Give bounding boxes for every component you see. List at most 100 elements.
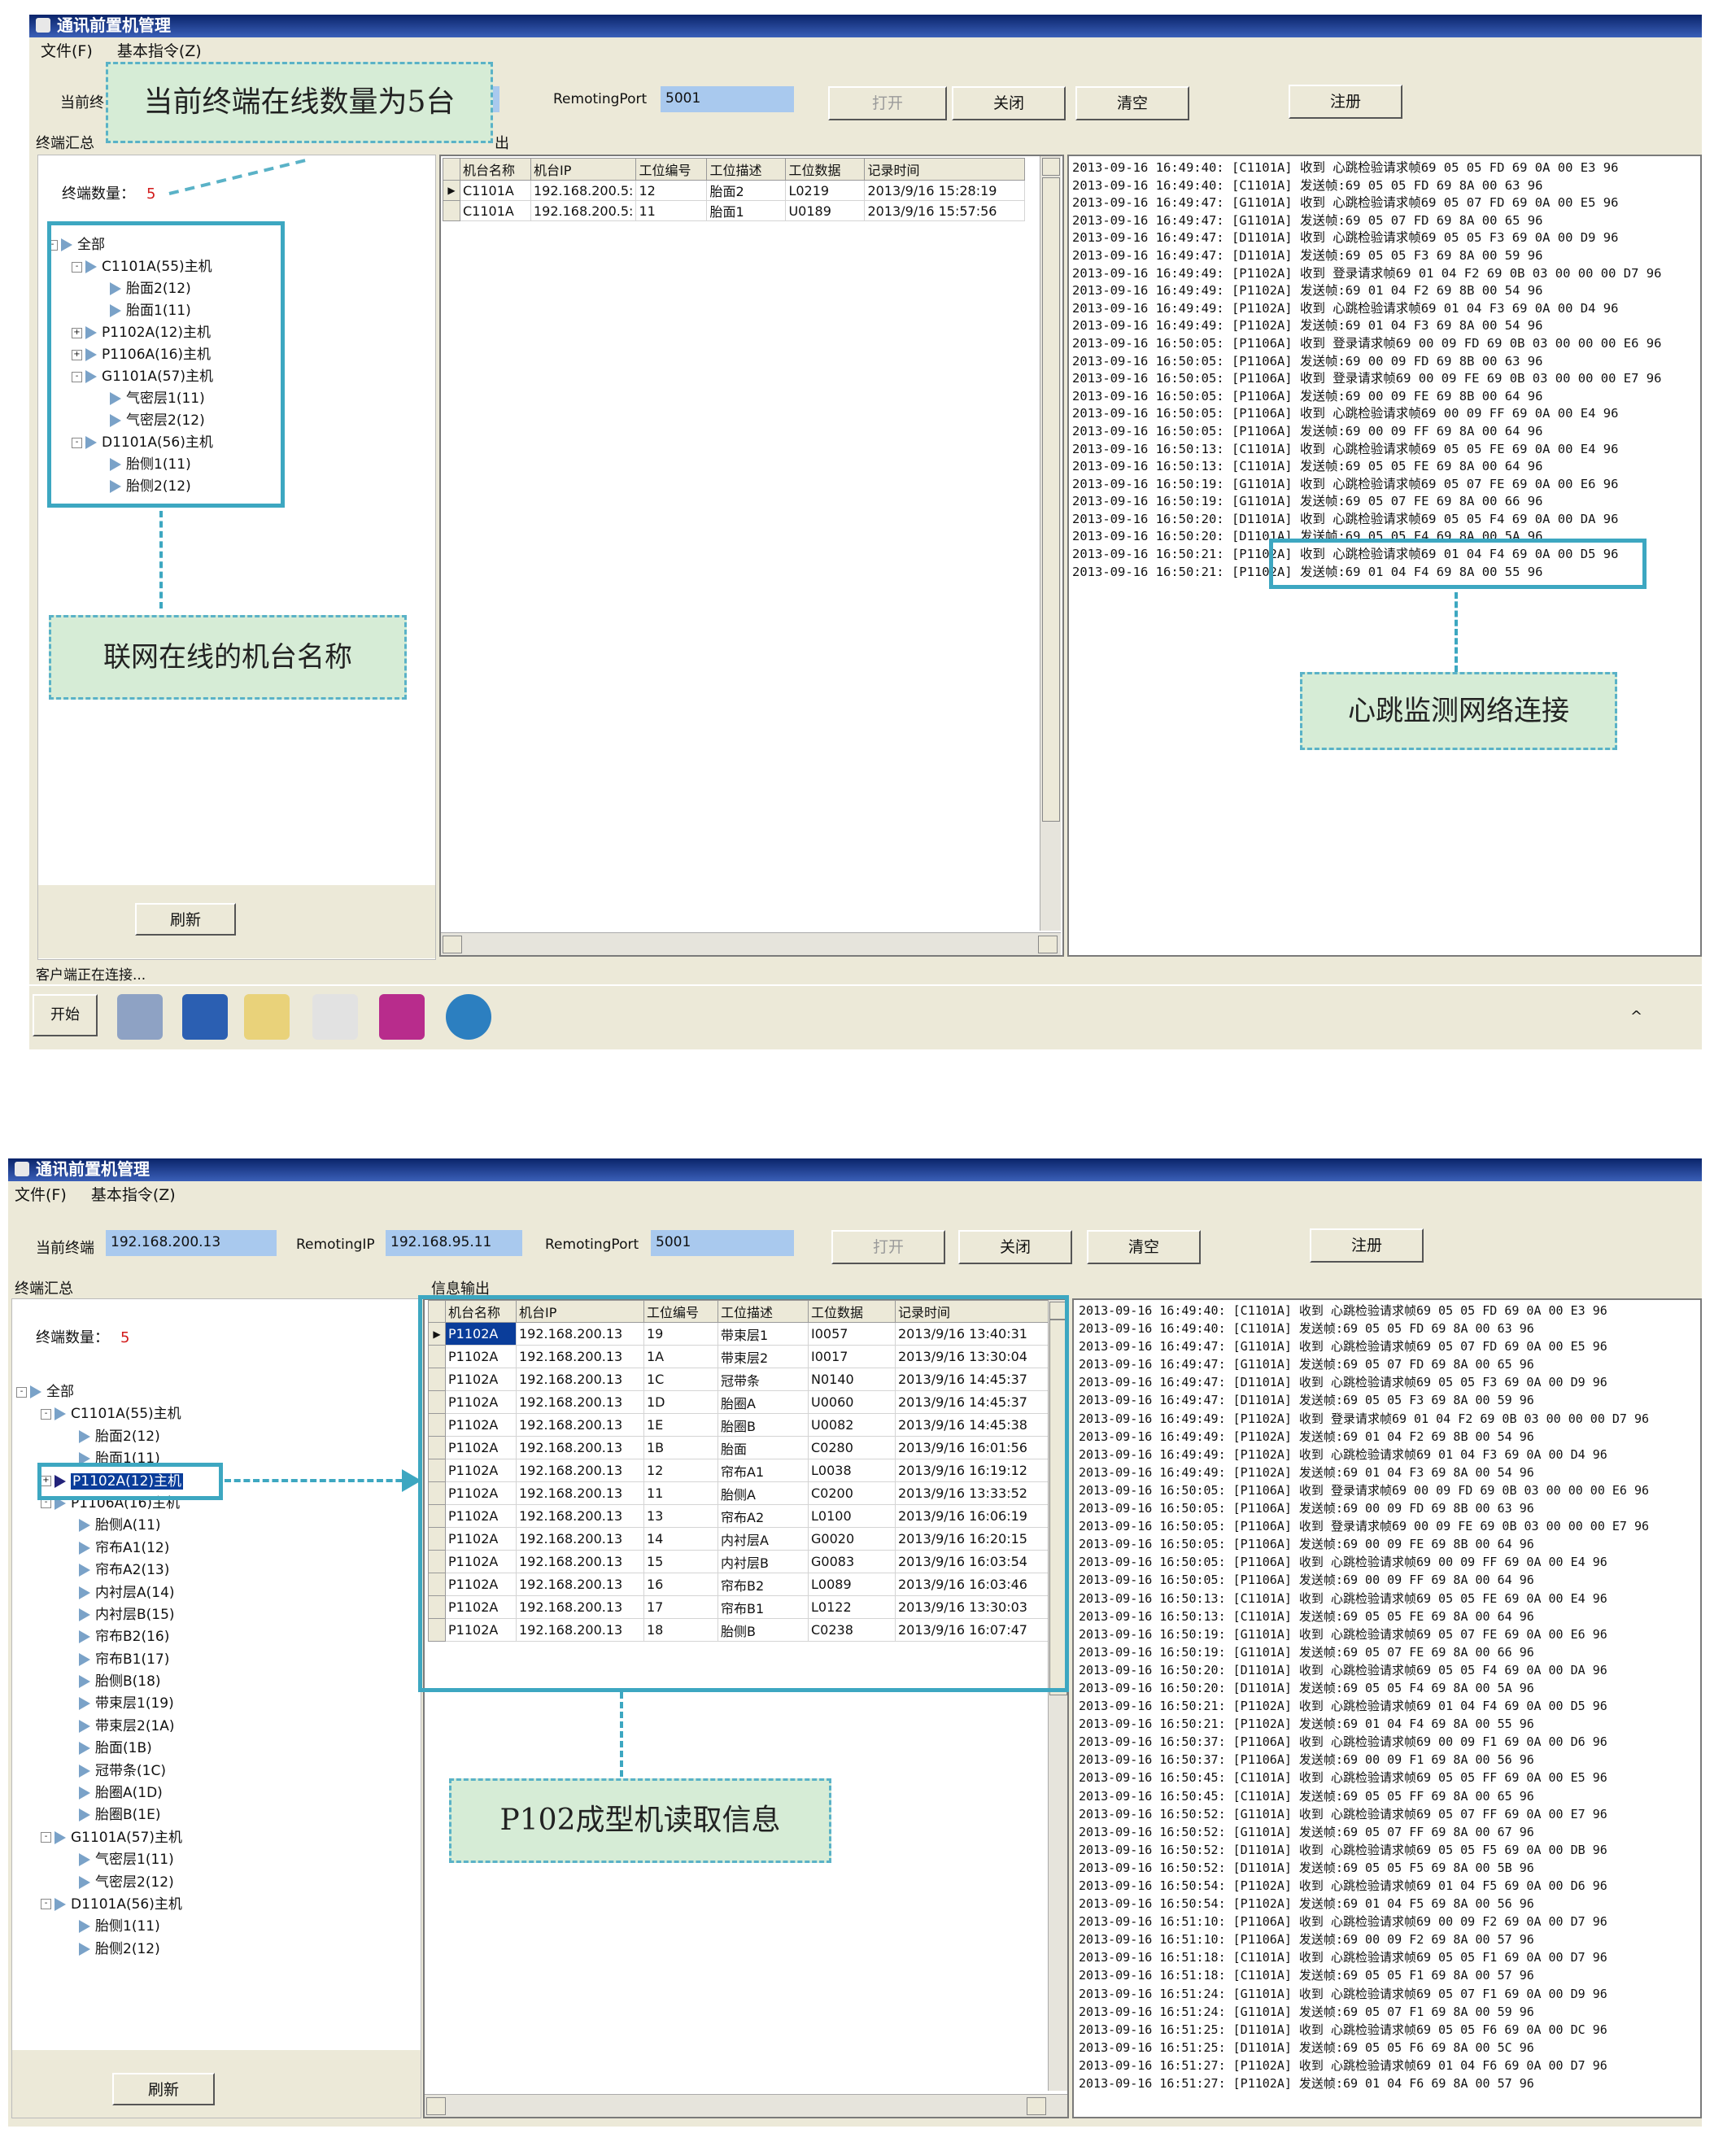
tree-node[interactable]: 帘布B1(17) [16, 1649, 390, 1671]
table-row[interactable]: ▶ C1101A 192.168.200.5: 12 胎面2 L0219 2013/9/16… [443, 180, 1026, 201]
node-arrow-icon [79, 1853, 90, 1867]
current-row-indicator-icon[interactable]: ▶ [443, 180, 460, 201]
tree-node[interactable]: 内衬层B(15) [16, 1604, 390, 1626]
app-icon [36, 18, 50, 33]
paint-icon[interactable] [379, 994, 425, 1040]
table-cell[interactable]: 12 [635, 180, 708, 201]
tree-node[interactable]: 帘布A1(12) [16, 1538, 390, 1560]
table-cell[interactable]: 胎面1 [706, 200, 787, 221]
table-cell[interactable]: C1101A [460, 180, 531, 201]
tree-node[interactable]: 胎侧2(12) [16, 1939, 390, 1961]
column-header[interactable]: 机台名称 [460, 158, 531, 181]
table-horizontal-scrollbar[interactable] [441, 932, 1061, 955]
tree-node[interactable]: 冠带条(1C) [16, 1760, 390, 1782]
open-button-2[interactable]: 打开 [831, 1230, 945, 1264]
tree-node[interactable]: 胎侧A(11) [16, 1515, 390, 1537]
clear-button-2[interactable]: 清空 [1087, 1230, 1201, 1264]
opc-icon[interactable] [312, 994, 358, 1040]
refresh-button-2[interactable]: 刷新 [112, 2073, 215, 2105]
tree-node[interactable]: - D1101A(56)主机 [16, 1894, 390, 1916]
table-cell[interactable]: C1101A [460, 200, 531, 221]
menu-file[interactable]: 文件(F) [41, 42, 93, 60]
remoting-port-field-2[interactable]: 5001 [651, 1230, 794, 1256]
tree-node[interactable]: 胎圈A(1D) [16, 1782, 390, 1804]
table-horizontal-scrollbar-2[interactable] [425, 2094, 1067, 2117]
tree-node[interactable]: - 全部 [16, 1381, 390, 1403]
callout-online-count: 当前终端在线数量为5台 [106, 62, 493, 143]
scrollbar-right-arrow[interactable] [1038, 936, 1058, 953]
tree-node[interactable]: 胎面2(12) [16, 1426, 390, 1448]
log-line: 2013-09-16 16:51:10: [P1106A] 收到 心跳检验请求帧… [1079, 1914, 1607, 1930]
table-cell[interactable]: 胎面2 [706, 180, 787, 201]
column-header[interactable]: 工位编号 [635, 158, 708, 181]
table-cell[interactable]: 192.168.200.5: [530, 200, 637, 221]
column-header[interactable]: 工位数据 [785, 158, 866, 181]
collapse-icon[interactable]: - [41, 1408, 51, 1420]
app-q-icon[interactable] [446, 994, 491, 1040]
table-cell[interactable]: 11 [635, 200, 708, 221]
tree-node[interactable]: 帘布A2(13) [16, 1560, 390, 1581]
tree-node[interactable]: 带束层2(1A) [16, 1716, 390, 1738]
log-line: 2013-09-16 16:50:37: [P1106A] 收到 心跳检验请求帧… [1079, 1734, 1607, 1750]
table-row[interactable]: C1101A 192.168.200.5: 11 胎面1 U0189 2013/9/16 … [443, 200, 1026, 221]
tree-node[interactable]: 气密层2(12) [16, 1872, 390, 1894]
menu-basic-commands[interactable]: 基本指令(Z) [117, 42, 202, 60]
table-vertical-scrollbar[interactable] [1040, 156, 1061, 931]
clear-button[interactable]: 清空 [1075, 86, 1189, 120]
start-button[interactable]: 开始 [33, 994, 98, 1036]
remoting-port-field[interactable]: 5001 [661, 86, 794, 112]
highlight-table-box [418, 1295, 1069, 1692]
tray-expand-icon[interactable]: ^ [1630, 1008, 1642, 1025]
scrollbar-thumb[interactable] [1042, 177, 1060, 822]
tree-node[interactable]: 带束层1(19) [16, 1693, 390, 1715]
tree-node[interactable]: 帘布B2(16) [16, 1626, 390, 1648]
column-header[interactable]: 记录时间 [864, 158, 1026, 181]
log-line: 2013-09-16 16:51:25: [D1101A] 收到 心跳检验请求帧… [1079, 2022, 1607, 2037]
computer-icon[interactable] [117, 994, 163, 1040]
close-button-2[interactable]: 关闭 [958, 1230, 1072, 1264]
folder-icon[interactable] [244, 994, 290, 1040]
tree-node[interactable]: 胎圈B(1E) [16, 1804, 390, 1826]
register-button-2[interactable]: 注册 [1310, 1228, 1424, 1263]
log-line: 2013-09-16 16:51:18: [C1101A] 发送帧:69 05 … [1079, 1968, 1534, 1983]
menu-file-2[interactable]: 文件(F) [15, 1186, 67, 1204]
collapse-icon[interactable]: - [41, 1832, 51, 1843]
scrollbar-up-arrow[interactable] [1042, 158, 1060, 176]
remoting-ip-field-2[interactable]: 192.168.95.11 [386, 1230, 522, 1256]
row-header[interactable] [443, 200, 460, 221]
current-terminal-field-2[interactable]: 192.168.200.13 [106, 1230, 277, 1256]
log-line: 2013-09-16 16:50:05: [P1106A] 发送帧:69 00 … [1072, 388, 1543, 404]
table-cell[interactable]: L0219 [785, 180, 866, 201]
tree-node[interactable]: 胎侧B(18) [16, 1671, 390, 1693]
tree-node[interactable]: 内衬层A(14) [16, 1582, 390, 1604]
table-cell[interactable]: 192.168.200.5: [530, 180, 637, 201]
collapse-icon[interactable]: - [41, 1899, 51, 1910]
scrollbar-left-arrow[interactable] [443, 936, 462, 953]
tree-node[interactable]: 胎侧1(11) [16, 1916, 390, 1938]
tree-node[interactable]: - G1101A(57)主机 [16, 1827, 390, 1849]
log-output-2[interactable]: 2013-09-16 16:49:40: [C1101A] 收到 心跳检验请求帧… [1079, 1302, 1699, 2115]
open-button[interactable]: 打开 [828, 86, 947, 120]
column-header[interactable]: 工位描述 [706, 158, 787, 181]
powershell-icon[interactable] [182, 994, 228, 1040]
log-line: 2013-09-16 16:50:05: [P1106A] 收到 登录请求帧69… [1072, 335, 1662, 351]
table-cell[interactable]: U0189 [785, 200, 866, 221]
table-cell[interactable]: 2013/9/16 15:57:56 [864, 200, 1026, 221]
scrollbar-right-arrow-2[interactable] [1027, 2097, 1046, 2115]
collapse-icon[interactable]: - [16, 1386, 27, 1398]
callout-machine-names-text: 联网在线的机台名称 [103, 641, 352, 674]
tree-node[interactable]: 气密层1(11) [16, 1849, 390, 1871]
tree-node[interactable]: - C1101A(55)主机 [16, 1403, 390, 1425]
refresh-button[interactable]: 刷新 [135, 903, 236, 936]
column-header[interactable]: 机台IP [530, 158, 637, 181]
table-cell[interactable]: 2013/9/16 15:28:19 [864, 180, 1026, 201]
tree-node-label: 胎圈A(1D) [95, 1785, 163, 1802]
log-line: 2013-09-16 16:49:47: [G1101A] 收到 心跳检验请求帧… [1079, 1339, 1607, 1355]
log-line: 2013-09-16 16:49:47: [D1101A] 发送帧:69 05 … [1072, 247, 1543, 263]
register-button[interactable]: 注册 [1289, 85, 1402, 119]
close-button[interactable]: 关闭 [952, 86, 1066, 120]
scrollbar-left-arrow-2[interactable] [426, 2097, 446, 2115]
tree-node[interactable]: 胎面(1B) [16, 1738, 390, 1760]
menu-basic-commands-2[interactable]: 基本指令(Z) [91, 1186, 176, 1204]
log-line: 2013-09-16 16:49:47: [G1101A] 发送帧:69 05 … [1079, 1357, 1534, 1372]
